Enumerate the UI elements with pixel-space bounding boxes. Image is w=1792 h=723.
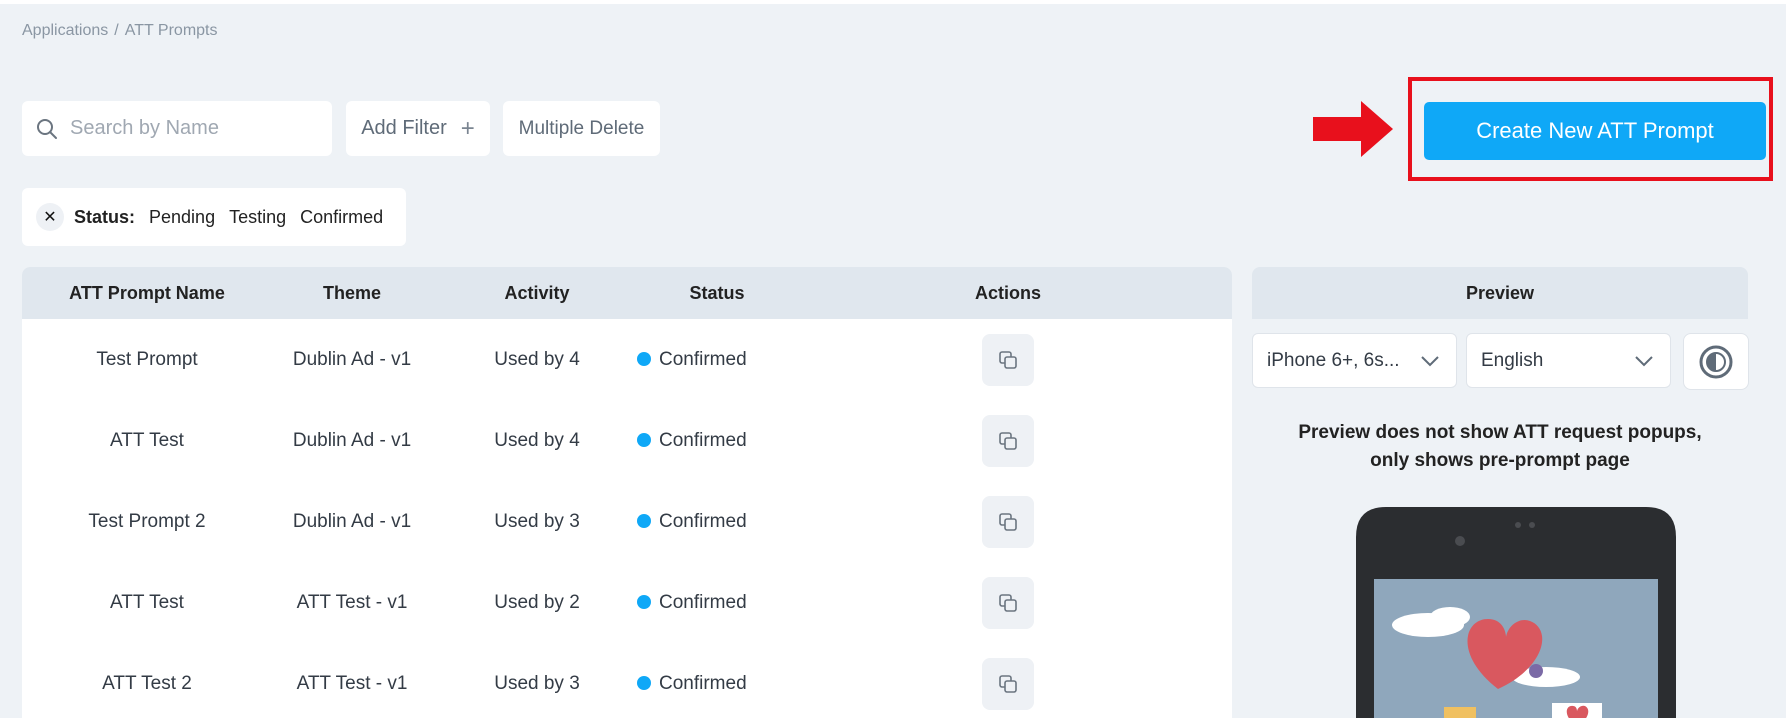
prompt-activity: Used by 4 (494, 349, 580, 370)
prompt-status: Confirmed (637, 643, 817, 718)
contrast-icon (1699, 345, 1733, 378)
prompt-theme: Dublin Ad - v1 (292, 349, 412, 370)
status-filter-value: Testing (229, 206, 287, 227)
search-box[interactable] (22, 101, 332, 156)
copy-button[interactable] (982, 496, 1034, 548)
table-row[interactable]: Test Prompt Dublin Ad - v1 Used by 4 Con… (22, 319, 1232, 400)
prompt-activity: Used by 3 (494, 511, 580, 532)
add-filter-button[interactable]: Add Filter + (346, 101, 490, 156)
column-header-actions: Actions (974, 283, 1041, 303)
search-icon (37, 118, 57, 139)
status-text: Confirmed (659, 430, 747, 451)
status-text: Confirmed (659, 349, 747, 370)
prompt-activity: Used by 4 (494, 430, 580, 451)
breadcrumb-current: ATT Prompts (124, 22, 218, 39)
table-row[interactable]: ATT Test 2 ATT Test - v1 Used by 3 Confi… (22, 643, 1232, 718)
copy-button[interactable] (982, 334, 1034, 386)
language-select[interactable]: English (1466, 333, 1671, 388)
table-row[interactable]: ATT Test Dublin Ad - v1 Used by 4 Confir… (22, 400, 1232, 481)
table-row[interactable]: Test Prompt 2 Dublin Ad - v1 Used by 3 C… (22, 481, 1232, 562)
copy-icon (999, 351, 1017, 369)
copy-icon (999, 675, 1017, 693)
prompt-theme: ATT Test - v1 (296, 673, 408, 694)
phone-preview-image (1356, 507, 1676, 718)
prompt-name: ATT Test (110, 430, 184, 451)
status-dot-icon (637, 676, 651, 690)
preview-note-line: only shows pre-prompt page (1370, 450, 1630, 471)
status-dot-icon (637, 595, 651, 609)
preview-note-line: Preview does not show ATT request popups… (1298, 422, 1702, 443)
status-text: Confirmed (659, 592, 747, 613)
status-filter-value: Pending (149, 206, 216, 227)
prompt-status: Confirmed (637, 319, 817, 400)
search-input[interactable] (68, 116, 312, 141)
status-text: Confirmed (659, 511, 747, 532)
language-select-value: English (1481, 349, 1544, 371)
remove-filter-icon[interactable]: ✕ (36, 203, 64, 231)
chevron-down-icon (1635, 356, 1653, 367)
multiple-delete-label: Multiple Delete (518, 117, 645, 139)
page: Applications / ATT Prompts Add Filter + Mu… (0, 4, 1786, 718)
create-new-att-prompt-button[interactable]: Create New ATT Prompt (1424, 102, 1766, 160)
prompt-status: Confirmed (637, 562, 817, 643)
prompt-name: ATT Test 2 (102, 673, 192, 694)
preview-note: Preview does not show ATT request popups… (1252, 419, 1748, 475)
prompt-theme: Dublin Ad - v1 (292, 430, 412, 451)
device-select[interactable]: iPhone 6+, 6s... (1252, 333, 1457, 388)
column-header-activity[interactable]: Activity (452, 267, 622, 319)
chevron-down-icon (1421, 356, 1439, 367)
breadcrumb-separator: / (114, 22, 119, 39)
prompt-theme: Dublin Ad - v1 (292, 511, 412, 532)
table-header: ATT Prompt Name Theme Activity Status Ac… (22, 267, 1232, 319)
copy-button[interactable] (982, 658, 1034, 710)
status-filter-value: Confirmed (300, 206, 384, 227)
plus-icon: + (460, 114, 475, 142)
prompt-theme: ATT Test - v1 (296, 592, 408, 613)
copy-icon (999, 432, 1017, 450)
prompt-activity: Used by 3 (494, 673, 580, 694)
copy-icon (999, 594, 1017, 612)
column-header-name[interactable]: ATT Prompt Name (22, 267, 272, 319)
prompt-name: Test Prompt (96, 349, 198, 370)
status-dot-icon (637, 352, 651, 366)
att-prompts-table: ATT Prompt Name Theme Activity Status Ac… (22, 267, 1232, 718)
multiple-delete-button[interactable]: Multiple Delete (503, 101, 660, 156)
copy-button[interactable] (982, 415, 1034, 467)
preview-panel: Preview iPhone 6+, 6s... English Preview… (1252, 267, 1749, 718)
breadcrumb-applications[interactable]: Applications (22, 22, 108, 39)
status-filter-chip: ✕ Status: Pending Testing Confirmed (22, 188, 406, 246)
prompt-status: Confirmed (637, 400, 817, 481)
table-row[interactable]: ATT Test ATT Test - v1 Used by 2 Confirm… (22, 562, 1232, 643)
preview-title: Preview (1252, 267, 1748, 319)
status-dot-icon (637, 514, 651, 528)
annotation-arrow-icon (1313, 101, 1393, 157)
prompt-name: Test Prompt 2 (88, 511, 206, 532)
status-dot-icon (637, 433, 651, 447)
prompt-name: ATT Test (110, 592, 184, 613)
device-select-value: iPhone 6+, 6s... (1267, 349, 1400, 371)
copy-icon (999, 513, 1017, 531)
theme-toggle-button[interactable] (1683, 333, 1749, 390)
add-filter-label: Add Filter (361, 117, 447, 139)
status-text: Confirmed (659, 673, 747, 694)
copy-button[interactable] (982, 577, 1034, 629)
prompt-activity: Used by 2 (494, 592, 580, 613)
column-header-theme[interactable]: Theme (242, 267, 462, 319)
column-header-status[interactable]: Status (627, 267, 807, 319)
breadcrumb: Applications / ATT Prompts (22, 22, 218, 40)
status-filter-label: Status: (74, 206, 136, 227)
prompt-status: Confirmed (637, 481, 817, 562)
